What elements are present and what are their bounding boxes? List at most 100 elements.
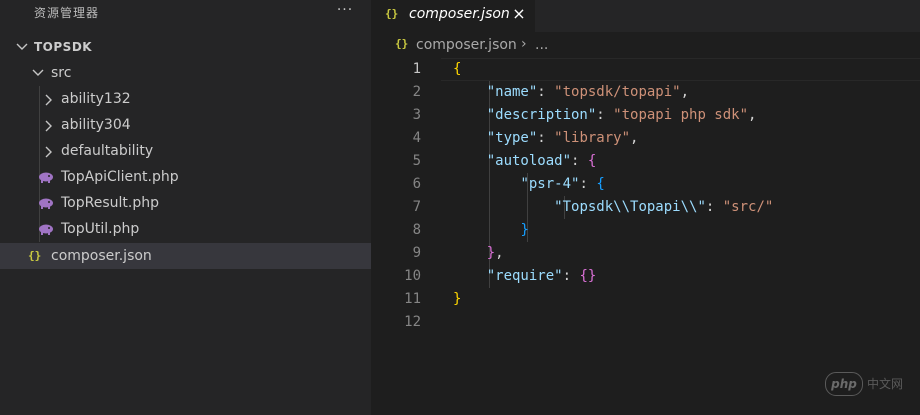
close-icon[interactable]: × <box>510 4 528 24</box>
code-line[interactable]: 10 "require": {} <box>371 265 920 288</box>
tree-folder-label: defaultability <box>61 143 154 159</box>
code-text: } <box>453 288 461 311</box>
breadcrumb-symbols[interactable]: ... <box>535 37 548 53</box>
tree-file-label: TopApiClient.php <box>61 169 179 185</box>
tree-folder-ability304[interactable]: ability304 <box>0 112 371 138</box>
code-line[interactable]: 7 "Topsdk\\Topapi\\": "src/" <box>371 196 920 219</box>
chevron-down-icon <box>32 60 46 86</box>
code-token: } <box>486 245 496 261</box>
code-editor[interactable]: 1{2 "name": "topsdk/topapi", 3 "descripti… <box>371 58 920 415</box>
line-number: 8 <box>412 222 421 238</box>
tree-file-composer-json[interactable]: {} composer.json <box>0 243 371 269</box>
code-token: : <box>537 130 555 146</box>
tree-file-topapiclient[interactable]: TopApiClient.php <box>0 164 371 190</box>
code-line[interactable]: 8 } <box>371 219 920 242</box>
code-line[interactable]: 12 <box>371 311 920 334</box>
code-token: "type" <box>486 130 538 146</box>
line-number: 11 <box>404 291 421 307</box>
code-line[interactable]: 1{ <box>371 58 920 81</box>
code-token: : <box>562 268 580 284</box>
code-text: "require": {} <box>453 265 597 288</box>
code-token: , <box>495 245 504 261</box>
tree-folder-src[interactable]: src <box>0 60 371 86</box>
code-token: : <box>579 176 597 192</box>
code-token: "require" <box>486 268 563 284</box>
code-line[interactable]: 5 "autoload": { <box>371 150 920 173</box>
tree-file-topresult[interactable]: TopResult.php <box>0 190 371 216</box>
code-line[interactable]: 4 "type": "library", <box>371 127 920 150</box>
code-text: "description": "topapi php sdk", <box>453 104 757 127</box>
more-actions-button[interactable]: ··· <box>334 0 356 22</box>
code-token: : <box>596 107 614 123</box>
breadcrumb: {} composer.json › ... <box>371 34 920 58</box>
watermark-badge: php <box>825 372 863 396</box>
line-number: 10 <box>404 268 421 284</box>
code-token: "library" <box>554 130 631 146</box>
line-number: 5 <box>412 153 421 169</box>
tree-root-topsdk[interactable]: TOPSDK <box>0 34 371 60</box>
code-token: "Topsdk\\Topapi\\" <box>554 199 706 215</box>
code-token: "topsdk/topapi" <box>554 84 681 100</box>
chevron-down-icon <box>16 34 30 60</box>
code-token: {} <box>579 268 597 284</box>
tree-file-label: TopResult.php <box>61 195 159 211</box>
editor-area: {} composer.json × {} composer.json › ..… <box>371 0 920 415</box>
line-number: 6 <box>412 176 421 192</box>
chevron-right-icon <box>44 138 58 164</box>
code-token: "src/" <box>722 199 774 215</box>
code-token: , <box>630 130 639 146</box>
code-text: }, <box>453 242 504 265</box>
code-token: "autoload" <box>486 153 572 169</box>
json-braces-icon: {} <box>395 37 409 50</box>
code-line[interactable]: 3 "description": "topapi php sdk", <box>371 104 920 127</box>
code-token: { <box>587 153 597 169</box>
code-text: "psr-4": { <box>453 173 604 196</box>
code-line[interactable]: 9 }, <box>371 242 920 265</box>
php-elephant-icon <box>38 216 54 242</box>
code-text: } <box>453 219 528 242</box>
tree-folder-defaultability[interactable]: defaultability <box>0 138 371 164</box>
code-line[interactable]: 6 "psr-4": { <box>371 173 920 196</box>
tab-label: composer.json <box>409 6 510 22</box>
code-text: "autoload": { <box>453 150 597 173</box>
code-token: "psr-4" <box>520 176 580 192</box>
line-number: 2 <box>412 84 421 100</box>
chevron-right-icon: › <box>521 36 527 52</box>
explorer-title: 资源管理器 <box>34 6 100 20</box>
line-number: 1 <box>412 61 421 77</box>
tree-folder-ability132[interactable]: ability132 <box>0 86 371 112</box>
code-token: : <box>537 84 555 100</box>
tab-composer-json[interactable]: {} composer.json × <box>371 0 535 32</box>
explorer-header: 资源管理器 ··· <box>0 0 371 24</box>
tree-file-label: TopUtil.php <box>61 221 140 237</box>
code-token: , <box>680 84 690 100</box>
code-token: "name" <box>486 84 538 100</box>
watermark-text: 中文网 <box>867 377 904 391</box>
tree-root-label: TOPSDK <box>34 40 93 54</box>
tree-folder-label: src <box>51 65 72 81</box>
chevron-right-icon <box>44 112 58 138</box>
line-number: 12 <box>404 314 421 330</box>
line-number: 3 <box>412 107 421 123</box>
explorer-sidebar: 资源管理器 ··· TOPSDK src ability132 ability3… <box>0 0 371 415</box>
tree-folder-label: ability132 <box>61 91 131 107</box>
code-token: "description" <box>486 107 597 123</box>
code-token: : <box>571 153 588 169</box>
tree-file-toputil[interactable]: TopUtil.php <box>0 216 371 242</box>
code-text: "name": "topsdk/topapi", <box>453 81 689 104</box>
breadcrumb-file[interactable]: composer.json <box>416 37 517 53</box>
code-text: "Topsdk\\Topapi\\": "src/" <box>453 196 773 219</box>
code-line[interactable]: 11} <box>371 288 920 311</box>
json-braces-icon: {} <box>385 7 399 20</box>
code-token: : <box>705 199 723 215</box>
tree-file-label: composer.json <box>51 248 152 264</box>
code-line[interactable]: 2 "name": "topsdk/topapi", <box>371 81 920 104</box>
code-token: { <box>453 61 462 77</box>
code-token: "topapi php sdk" <box>613 107 749 123</box>
